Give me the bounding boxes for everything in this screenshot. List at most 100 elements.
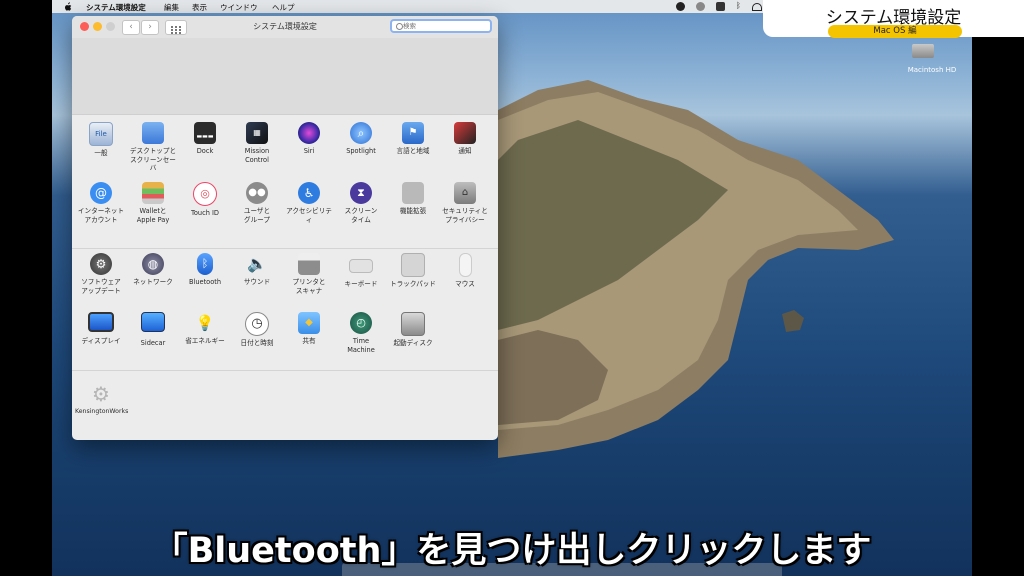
- desktop-icon: [142, 122, 164, 144]
- pane-label: 通知: [458, 147, 472, 155]
- pane-row-personal: File 一般 デスクトップと スクリーンセーバ ▬▬▬ Dock ▦ Miss…: [72, 122, 498, 182]
- display-icon: [88, 312, 114, 332]
- pane-time-machine[interactable]: ◴ Time Machine: [335, 312, 387, 354]
- at-icon: @: [90, 182, 112, 204]
- pane-label: ネットワーク: [133, 278, 173, 286]
- pane-energy-saver[interactable]: 💡 省エネルギー: [179, 312, 231, 346]
- pane-network[interactable]: ◍ ネットワーク: [127, 253, 179, 287]
- pane-software-update[interactable]: ⚙ ソフトウェア アップデート: [75, 253, 127, 295]
- sharing-folder-icon: ◆: [298, 312, 320, 334]
- pane-row-hardware: ⚙ ソフトウェア アップデート ◍ ネットワーク ᛒ Bluetooth 🔈 サ…: [72, 248, 498, 309]
- keyboard-icon: [349, 259, 373, 273]
- pane-security-privacy[interactable]: ⌂ セキュリティと プライバシー: [439, 182, 491, 224]
- search-input[interactable]: [403, 21, 487, 31]
- mouse-icon: [458, 253, 472, 277]
- menu-edit[interactable]: 編集: [164, 2, 179, 13]
- bulb-icon: 💡: [195, 314, 215, 332]
- pane-date-time[interactable]: ◷ 日付と時刻: [231, 312, 283, 348]
- mission-control-icon: ▦: [246, 122, 268, 144]
- pane-accessibility[interactable]: ♿ アクセシビリティ: [283, 182, 335, 224]
- badge-subtitle: Mac OS 編: [828, 25, 962, 38]
- pane-users-groups[interactable]: ●● ユーザと グループ: [231, 182, 283, 224]
- pane-row-accounts: @ インターネット アカウント Walletと Apple Pay ◎ Touc…: [72, 182, 498, 240]
- pane-language-region[interactable]: ⚑ 言語と地域: [387, 122, 439, 156]
- wallet-icon: [142, 182, 164, 204]
- pane-label: インターネット アカウント: [77, 207, 125, 224]
- pane-label: 機能拡張: [399, 207, 427, 215]
- pane-label: Mission Control: [244, 147, 270, 164]
- tutorial-caption: 「Bluetooth」を見つけ出しクリックします: [152, 531, 872, 571]
- menu-help[interactable]: ヘルプ: [272, 2, 295, 13]
- menu-window[interactable]: ウインドウ: [220, 2, 258, 13]
- trackpad-icon: [401, 253, 425, 277]
- pane-wallet-applepay[interactable]: Walletと Apple Pay: [127, 182, 179, 224]
- pane-bluetooth[interactable]: ᛒ Bluetooth: [179, 253, 231, 287]
- pane-label: Spotlight: [346, 147, 376, 155]
- pane-dock[interactable]: ▬▬▬ Dock: [179, 122, 231, 156]
- pane-kensingtonworks[interactable]: ⚙ KensingtonWorks: [75, 382, 129, 417]
- clock-icon: ◷: [245, 312, 269, 336]
- status-bluetooth-icon[interactable]: ᛒ: [736, 1, 742, 10]
- spotlight-icon: ⌕: [350, 122, 372, 144]
- menu-view[interactable]: 表示: [192, 2, 207, 13]
- hourglass-icon: ⧗: [350, 182, 372, 204]
- pane-label: Sidecar: [140, 339, 166, 347]
- pane-notifications[interactable]: 通知: [439, 122, 491, 156]
- hard-drive-label[interactable]: Macintosh HD: [892, 66, 972, 74]
- pane-extensions[interactable]: 機能拡張: [387, 182, 439, 216]
- pane-mission-control[interactable]: ▦ Mission Control: [231, 122, 283, 164]
- pane-sharing[interactable]: ◆ 共有: [283, 312, 335, 346]
- search-field[interactable]: [390, 19, 492, 33]
- globe-icon: ◍: [142, 253, 164, 275]
- accessibility-icon: ♿: [298, 182, 320, 204]
- pane-label: アクセシビリティ: [286, 207, 332, 224]
- pane-trackpad[interactable]: トラックパッド: [387, 253, 439, 289]
- notifications-icon: [454, 122, 476, 144]
- pane-row-other: ⚙ KensingtonWorks: [72, 370, 498, 440]
- pane-internet-accounts[interactable]: @ インターネット アカウント: [75, 182, 127, 224]
- pane-label: 起動ディスク: [393, 339, 433, 347]
- window-titlebar[interactable]: ‹ › システム環境設定: [72, 16, 498, 38]
- pane-screen-time[interactable]: ⧗ スクリーン タイム: [335, 182, 387, 224]
- pane-general[interactable]: File 一般: [75, 122, 127, 158]
- pane-desktop-screensaver[interactable]: デスクトップと スクリーンセーバ: [127, 122, 179, 173]
- users-icon: ●●: [246, 182, 268, 204]
- status-sync-icon[interactable]: [696, 2, 705, 11]
- pane-printers-scanners[interactable]: プリンタと スキャナ: [283, 253, 335, 295]
- startup-disk-icon: [401, 312, 425, 336]
- dock-icon: ▬▬▬: [194, 122, 216, 144]
- pane-label: プリンタと スキャナ: [292, 278, 326, 295]
- status-input-source-icon[interactable]: [716, 2, 725, 11]
- status-app-icon[interactable]: [676, 2, 685, 11]
- pane-displays[interactable]: ディスプレイ: [75, 312, 127, 346]
- menu-app-name[interactable]: システム環境設定: [86, 2, 146, 13]
- pane-label: トラックパッド: [390, 280, 436, 288]
- pane-spotlight[interactable]: ⌕ Spotlight: [335, 122, 387, 156]
- pane-label: KensingtonWorks: [75, 408, 129, 415]
- kensington-gear-icon: ⚙: [92, 382, 110, 406]
- pane-label: 省エネルギー: [185, 337, 225, 345]
- pane-keyboard[interactable]: キーボード: [335, 253, 387, 289]
- pane-mouse[interactable]: マウス: [439, 253, 491, 289]
- system-preferences-window: ‹ › システム環境設定 File 一般 デスクトップと スクリーンセーバ ▬▬…: [72, 16, 498, 440]
- pane-label: 言語と地域: [396, 147, 430, 155]
- software-update-icon: ⚙: [90, 253, 112, 275]
- pane-sound[interactable]: 🔈 サウンド: [231, 253, 283, 287]
- pane-touch-id[interactable]: ◎ Touch ID: [179, 182, 231, 218]
- search-icon: [396, 23, 403, 30]
- pane-sidecar[interactable]: Sidecar: [127, 312, 179, 348]
- puzzle-icon: [402, 182, 424, 204]
- status-wifi-icon[interactable]: [752, 3, 762, 11]
- pane-startup-disk[interactable]: 起動ディスク: [387, 312, 439, 348]
- pane-label: 日付と時刻: [240, 339, 274, 347]
- printer-icon: [298, 253, 320, 275]
- apple-id-banner: [72, 38, 498, 115]
- pane-label: キーボード: [344, 280, 378, 288]
- apple-menu-icon[interactable]: [64, 2, 72, 11]
- pane-label: セキュリティと プライバシー: [442, 207, 488, 224]
- hard-drive-icon[interactable]: [912, 44, 934, 58]
- pane-label: ユーザと グループ: [243, 207, 271, 224]
- pane-label: サウンド: [243, 278, 271, 286]
- pane-label: Touch ID: [190, 209, 220, 217]
- pane-siri[interactable]: Siri: [283, 122, 335, 156]
